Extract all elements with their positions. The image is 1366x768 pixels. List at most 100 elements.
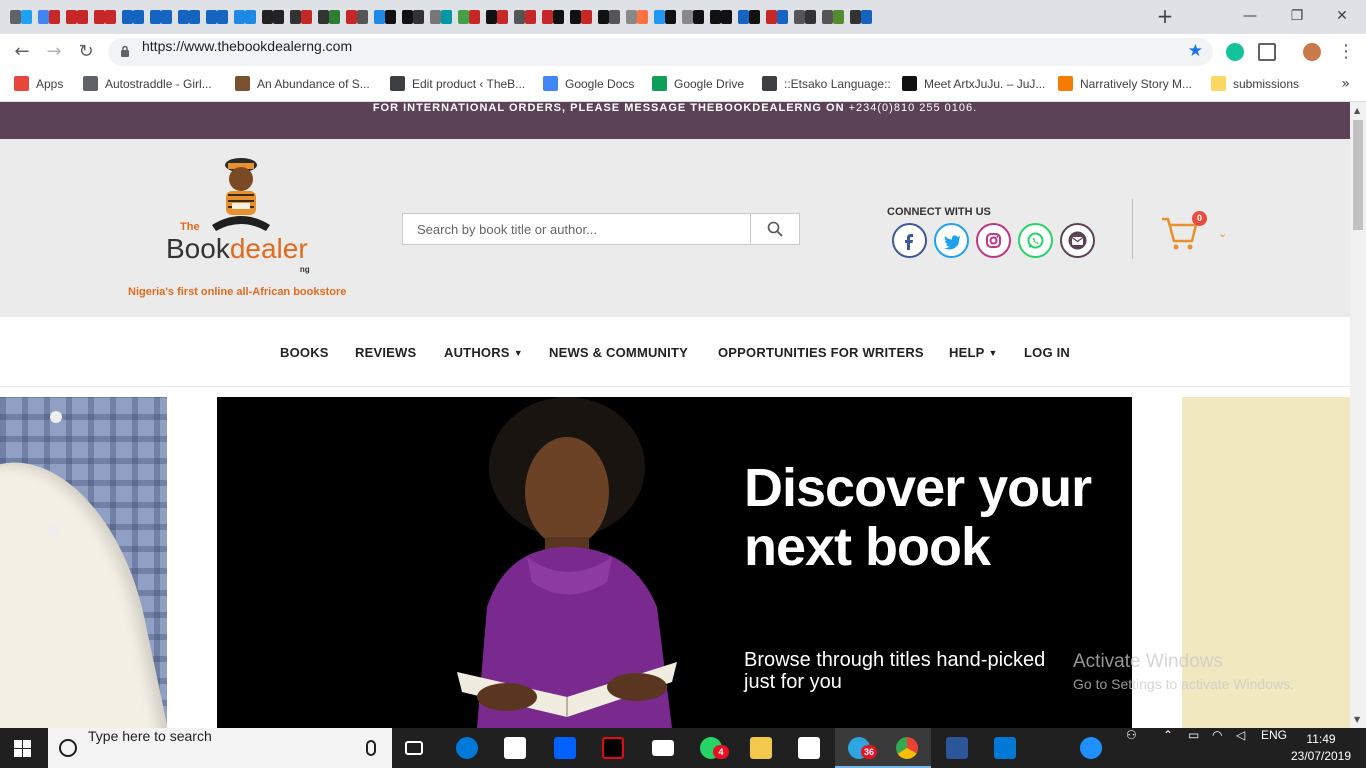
bookmark-item[interactable]: Narratively Story M... xyxy=(1058,76,1192,96)
reader-extension-icon[interactable] xyxy=(1258,43,1276,61)
reload-button[interactable]: ↻ xyxy=(74,40,98,64)
bookmark-item[interactable]: submissions xyxy=(1211,76,1299,96)
pinned-tab-favicon-icon[interactable] xyxy=(777,10,788,24)
volume-icon[interactable]: ◁ xyxy=(1236,728,1245,768)
taskbar-store[interactable] xyxy=(491,728,539,768)
bookmark-item[interactable]: An Abundance of S... xyxy=(235,76,370,96)
menu-icon[interactable]: ⋮ xyxy=(1334,40,1358,64)
pinned-tab-favicon-icon[interactable] xyxy=(10,10,21,24)
profile-avatar[interactable] xyxy=(1303,43,1321,61)
pinned-tab-favicon-icon[interactable] xyxy=(150,10,161,24)
pinned-tab-favicon-icon[interactable] xyxy=(570,10,581,24)
pinned-tab-favicon-icon[interactable] xyxy=(458,10,469,24)
pinned-tabs[interactable] xyxy=(4,7,1124,27)
nav-authors[interactable]: AUTHORS ▼ xyxy=(444,345,523,360)
pinned-tab-favicon-icon[interactable] xyxy=(665,10,676,24)
pinned-tab-favicon-icon[interactable] xyxy=(469,10,480,24)
pinned-tab-favicon-icon[interactable] xyxy=(710,10,721,24)
pinned-tab-favicon-icon[interactable] xyxy=(738,10,749,24)
pinned-tab-favicon-icon[interactable] xyxy=(290,10,301,24)
pinned-tab-favicon-icon[interactable] xyxy=(637,10,648,24)
close-window-button[interactable]: ✕ xyxy=(1322,4,1362,28)
people-icon[interactable]: ⚇ xyxy=(1126,728,1137,768)
social-twitter-button[interactable] xyxy=(934,223,969,258)
bookmark-item[interactable]: Google Drive xyxy=(652,76,744,96)
social-facebook-button[interactable] xyxy=(892,223,927,258)
battery-icon[interactable]: ▭ xyxy=(1188,728,1199,768)
pinned-tab-favicon-icon[interactable] xyxy=(374,10,385,24)
taskbar-search[interactable]: Type here to search xyxy=(48,728,392,768)
taskbar-whatsapp[interactable]: 4 xyxy=(687,728,735,768)
windows-start-icon[interactable] xyxy=(14,740,31,757)
address-bar[interactable]: https://www.thebookdealerng.com ★ xyxy=(108,38,1213,66)
pinned-tab-favicon-icon[interactable] xyxy=(682,10,693,24)
nav-books[interactable]: BOOKS xyxy=(280,345,329,360)
pinned-tab-favicon-icon[interactable] xyxy=(609,10,620,24)
pinned-tab-favicon-icon[interactable] xyxy=(861,10,872,24)
pinned-tab-favicon-icon[interactable] xyxy=(262,10,273,24)
social-whatsapp-button[interactable] xyxy=(1018,223,1053,258)
hero-banner[interactable]: Discover your next book Browse through t… xyxy=(217,397,1132,728)
forward-button[interactable]: → xyxy=(42,40,66,64)
pinned-tab-favicon-icon[interactable] xyxy=(766,10,777,24)
pinned-tab-favicon-icon[interactable] xyxy=(413,10,424,24)
nav-news-community[interactable]: NEWS & COMMUNITY xyxy=(549,345,688,360)
pinned-tab-favicon-icon[interactable] xyxy=(794,10,805,24)
pinned-tab-favicon-icon[interactable] xyxy=(581,10,592,24)
pinned-tab-favicon-icon[interactable] xyxy=(77,10,88,24)
book-search-input[interactable] xyxy=(403,214,751,244)
bookmark-item[interactable]: Meet ArtxJuJu. – JuJ... xyxy=(902,76,1045,96)
pinned-tab-favicon-icon[interactable] xyxy=(161,10,172,24)
taskbar-clock[interactable]: 11:49 23/07/2019 xyxy=(1286,731,1356,765)
tray-chevron-up-icon[interactable]: ⌃ xyxy=(1163,728,1173,768)
nav-opportunities[interactable]: OPPORTUNITIES FOR WRITERS xyxy=(718,345,924,360)
pinned-tab-favicon-icon[interactable] xyxy=(402,10,413,24)
bookmark-item[interactable]: ::Etsako Language:: xyxy=(762,76,891,96)
taskbar-edge[interactable] xyxy=(443,728,491,768)
taskbar-netflix[interactable] xyxy=(589,728,637,768)
bookmark-star-icon[interactable]: ★ xyxy=(1188,41,1203,61)
pinned-tab-favicon-icon[interactable] xyxy=(346,10,357,24)
nav-reviews[interactable]: REVIEWS xyxy=(355,345,416,360)
pinned-tab-favicon-icon[interactable] xyxy=(598,10,609,24)
pinned-tab-favicon-icon[interactable] xyxy=(178,10,189,24)
pinned-tab-favicon-icon[interactable] xyxy=(234,10,245,24)
pinned-tab-favicon-icon[interactable] xyxy=(805,10,816,24)
help-tray-button[interactable] xyxy=(1067,728,1115,768)
pinned-tab-favicon-icon[interactable] xyxy=(749,10,760,24)
search-button[interactable] xyxy=(750,214,799,244)
bookmark-item[interactable]: Edit product ‹ TheB... xyxy=(390,76,525,96)
social-email-button[interactable] xyxy=(1060,223,1095,258)
taskbar-telegram[interactable]: 36 xyxy=(835,728,883,768)
pinned-tab-favicon-icon[interactable] xyxy=(66,10,77,24)
minimize-button[interactable]: — xyxy=(1230,4,1270,28)
pinned-tab-favicon-icon[interactable] xyxy=(721,10,732,24)
pinned-tab-favicon-icon[interactable] xyxy=(850,10,861,24)
taskbar-word[interactable] xyxy=(933,728,981,768)
pinned-tab-favicon-icon[interactable] xyxy=(693,10,704,24)
pinned-tab-favicon-icon[interactable] xyxy=(514,10,525,24)
page-scrollbar[interactable]: ▲ ▼ xyxy=(1350,102,1366,728)
pinned-tab-favicon-icon[interactable] xyxy=(626,10,637,24)
taskbar-mail[interactable] xyxy=(639,728,687,768)
scrollbar-thumb[interactable] xyxy=(1353,120,1363,230)
pinned-tab-favicon-icon[interactable] xyxy=(245,10,256,24)
pinned-tab-favicon-icon[interactable] xyxy=(105,10,116,24)
chevron-down-icon[interactable]: ⌄ xyxy=(1218,227,1227,240)
bookmark-item[interactable]: Apps xyxy=(14,76,63,96)
bookmarks-more-button[interactable]: » xyxy=(1341,76,1350,92)
restore-button[interactable]: ❐ xyxy=(1277,4,1317,28)
carousel-prev-slide[interactable] xyxy=(0,397,167,728)
bookmark-item[interactable]: Autostraddle - Girl... xyxy=(83,76,212,96)
pinned-tab-favicon-icon[interactable] xyxy=(654,10,665,24)
pinned-tab-favicon-icon[interactable] xyxy=(301,10,312,24)
pinned-tab-favicon-icon[interactable] xyxy=(430,10,441,24)
pinned-tab-favicon-icon[interactable] xyxy=(486,10,497,24)
pinned-tab-favicon-icon[interactable] xyxy=(217,10,228,24)
social-instagram-button[interactable] xyxy=(976,223,1011,258)
new-tab-button[interactable]: + xyxy=(1154,5,1176,27)
taskbar-deezer[interactable] xyxy=(785,728,833,768)
pinned-tab-favicon-icon[interactable] xyxy=(497,10,508,24)
pinned-tab-favicon-icon[interactable] xyxy=(38,10,49,24)
scroll-up-icon[interactable]: ▲ xyxy=(1354,106,1360,115)
